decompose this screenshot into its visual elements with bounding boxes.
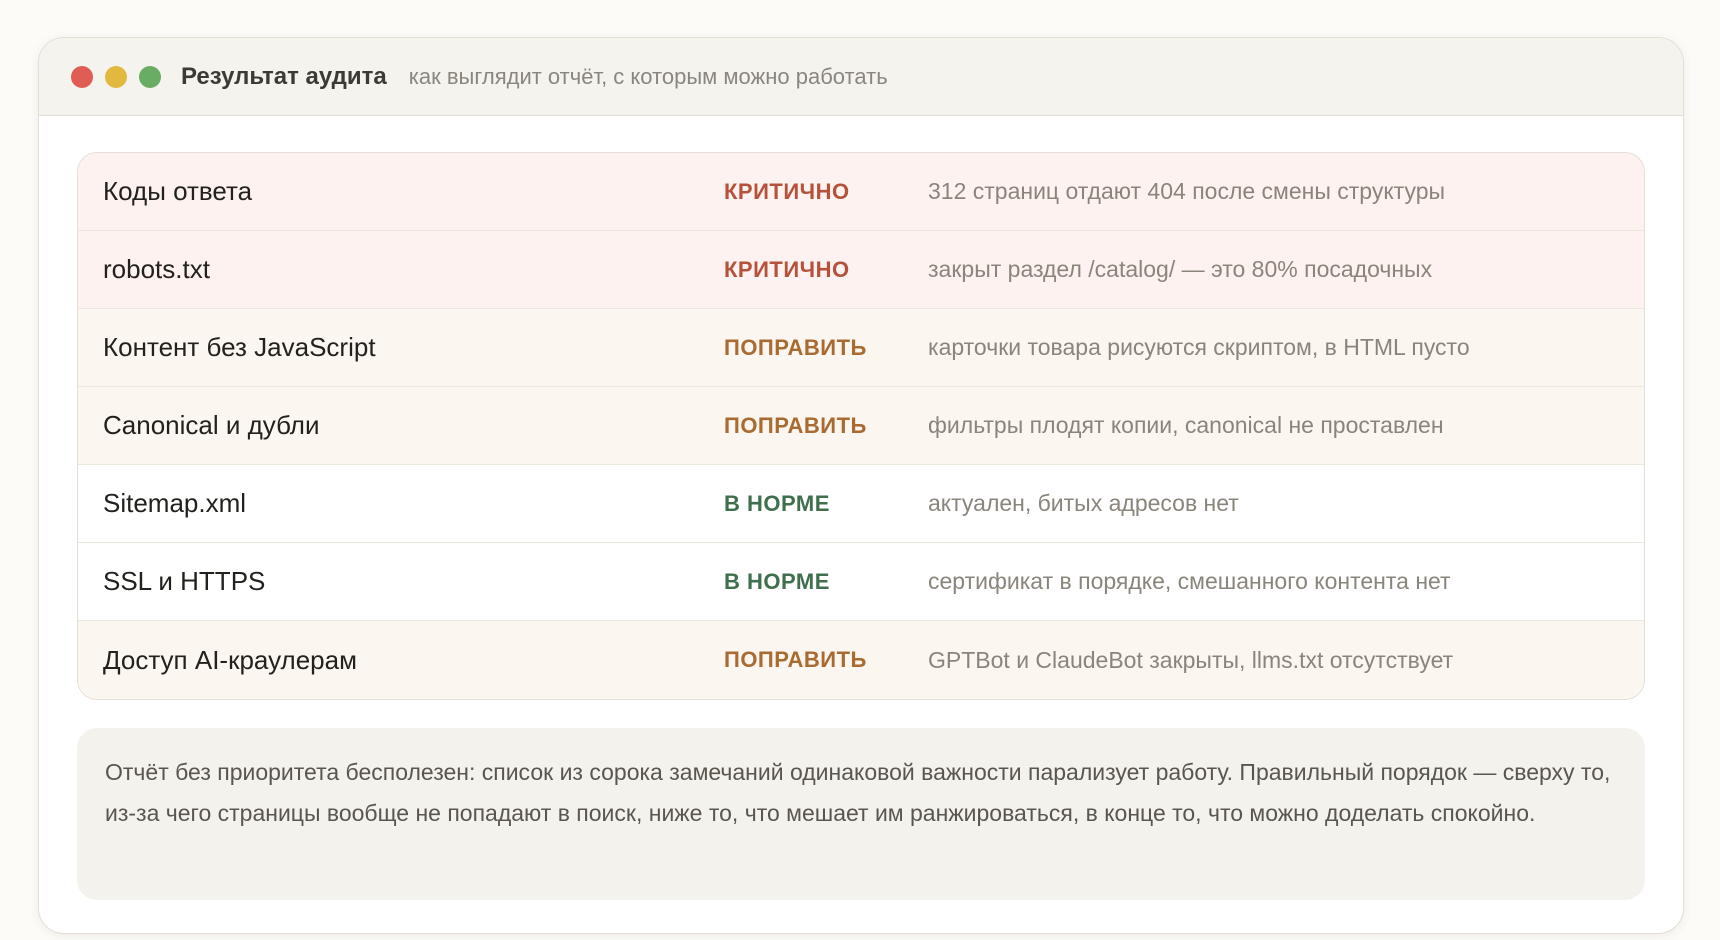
window-title: Результат аудита xyxy=(181,62,387,90)
check-description: актуален, битых адресов нет xyxy=(928,490,1239,516)
audit-row[interactable]: Canonical и дубли ПОПРАВИТЬ фильтры плод… xyxy=(78,387,1644,465)
status-badge: КРИТИЧНО xyxy=(724,256,850,282)
check-description: GPTBot и ClaudeBot закрыты, llms.txt отс… xyxy=(928,646,1454,673)
check-description: 312 страниц отдают 404 после смены струк… xyxy=(928,178,1446,204)
check-name: Canonical и дубли xyxy=(103,410,320,440)
status-badge: В НОРМЕ xyxy=(724,568,830,594)
check-name: robots.txt xyxy=(103,254,210,284)
check-description: закрыт раздел /catalog/ — это 80% посадо… xyxy=(928,256,1433,282)
check-description: фильтры плодят копии, canonical не прост… xyxy=(928,412,1444,438)
check-description: сертификат в порядке, смешанного контент… xyxy=(928,568,1451,594)
close-window-dot-icon[interactable] xyxy=(71,65,93,88)
priority-note: Отчёт без приоритета бесполезен: список … xyxy=(77,728,1645,900)
audit-row[interactable]: SSL и HTTPS В НОРМЕ сертификат в порядке… xyxy=(78,543,1644,621)
audit-row[interactable]: Коды ответа КРИТИЧНО 312 страниц отдают … xyxy=(78,153,1644,231)
check-description: карточки товара рисуются скриптом, в HTM… xyxy=(928,334,1470,360)
status-badge: ПОПРАВИТЬ xyxy=(724,334,867,360)
audit-window: Результат аудита как выглядит отчёт, с к… xyxy=(38,37,1684,934)
audit-row[interactable]: Доступ AI-краулерам ПОПРАВИТЬ GPTBot и C… xyxy=(78,621,1644,699)
audit-row[interactable]: Контент без JavaScript ПОПРАВИТЬ карточк… xyxy=(78,309,1644,387)
check-name: Коды ответа xyxy=(103,176,253,206)
check-name: Контент без JavaScript xyxy=(103,332,376,362)
check-name: Sitemap.xml xyxy=(103,488,247,518)
status-badge: ПОПРАВИТЬ xyxy=(724,647,867,672)
maximize-window-dot-icon[interactable] xyxy=(139,65,161,88)
check-name: Доступ AI-краулерам xyxy=(103,644,357,675)
check-name: SSL и HTTPS xyxy=(103,566,266,596)
audit-results-table: Коды ответа КРИТИЧНО 312 страниц отдают … xyxy=(77,152,1645,700)
window-subtitle: как выглядит отчёт, с которым можно рабо… xyxy=(408,63,888,89)
status-badge: В НОРМЕ xyxy=(724,490,830,516)
audit-row[interactable]: Sitemap.xml В НОРМЕ актуален, битых адре… xyxy=(78,465,1644,543)
window-controls xyxy=(71,65,161,88)
audit-row[interactable]: robots.txt КРИТИЧНО закрыт раздел /catal… xyxy=(78,231,1644,309)
title-bar: Результат аудита как выглядит отчёт, с к… xyxy=(39,38,1683,116)
status-badge: КРИТИЧНО xyxy=(724,178,850,204)
status-badge: ПОПРАВИТЬ xyxy=(724,412,867,438)
minimize-window-dot-icon[interactable] xyxy=(105,65,127,88)
